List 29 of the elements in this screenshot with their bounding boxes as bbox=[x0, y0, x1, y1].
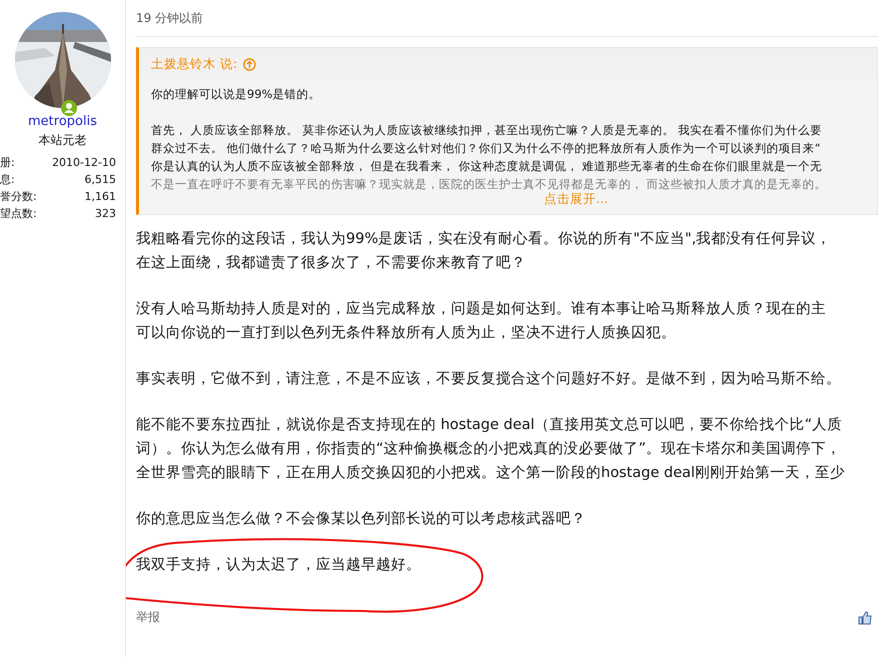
stat-value: 2010-12-10 bbox=[52, 155, 116, 170]
stat-label: 誉分数: bbox=[0, 189, 37, 204]
quote-text: 不是一直在呼吁不要有无辜平民的伤害嘛？现实就是，医院的医生护士真不见得都是无辜的， 而这些被扣人质才真的是无辜的。 bbox=[151, 176, 827, 192]
quote-text: 你是认真的认为人质不应该被全部释放， 但是在我看来， 你这种态度就是调侃， 难道那些无辜者的生命在你们眼里就是一个无 bbox=[151, 158, 822, 175]
thumbs-up-icon[interactable] bbox=[858, 610, 872, 624]
quote-text: 首先， 人质应该全部释放。 莫非你还认为人质应该被继续扣押，甚至出现伤亡嘛？人质是无辜的。 我实在看不懂你们为什么要 bbox=[151, 122, 822, 139]
post-text: 在这上面绕，我都谴责了很多次了，不需要你来教育了吧？ bbox=[136, 254, 526, 273]
quote-author: 土拨悬铃木 说: bbox=[151, 56, 238, 73]
report-link[interactable]: 举报 bbox=[136, 609, 160, 626]
post-text: 词）。你认为怎么做有用，你指责的“这种偷换概念的小把戏真的没必要做了”。现在卡塔尔和美国调停下， bbox=[136, 440, 842, 459]
post-text: 事实表明，它做不到，请注意，不是不应该，不要反复搅合这个问题好不好。是做不到，因为哈马斯不给。 bbox=[136, 370, 841, 389]
post-text: 全世界雪亮的眼睛下，正在用人质交换囚犯的小把戏。这个第一阶段的hostage deal刚刚开始第一天，至少 bbox=[136, 464, 845, 483]
post-text: 能不能不要东拉西扯，就说你是否支持现在的 hostage deal（直接用英文总可以吧，要不你给找个比“人质 bbox=[136, 416, 842, 435]
post-text: 可以向你说的一直打到以色列无条件释放所有人质为止，坚决不进行人质换囚犯。 bbox=[136, 324, 676, 343]
stat-value: 6,515 bbox=[84, 172, 116, 187]
username-link[interactable]: metropolis bbox=[28, 114, 97, 129]
stat-value: 1,161 bbox=[84, 189, 116, 204]
post-text: 没有人哈马斯劫持人质是对的，应当完成释放，问题是如何达到。谁有本事让哈马斯释放人质？现在的主 bbox=[136, 300, 826, 319]
quote-text: 群众过不去。 他们做什么了？哈马斯为什么要这么针对他们？你们又为什么不停的把释放所有人质作为一个可以谈判的项目来“ bbox=[151, 140, 821, 157]
post-text: 我双手支持，认为太迟了，应当越早越好。 bbox=[136, 556, 421, 575]
stat-value: 323 bbox=[95, 206, 116, 221]
user-title: 本站元老 bbox=[38, 132, 86, 149]
post-text: 你的意思应当怎么做？不会像某以色列部长说的可以考虑核武器吧？ bbox=[136, 510, 586, 529]
quote-text: 你的理解可以说是99%是错的。 bbox=[151, 86, 321, 103]
post-time: 19 分钟以前 bbox=[136, 10, 878, 37]
post-text: 我粗略看完你的这段话，我认为99%是废话，实在没有耐心看。你说的所有"不应当",我都没有任何异议， bbox=[136, 230, 832, 249]
stat-label: 册: bbox=[0, 155, 15, 170]
stat-label: 息: bbox=[0, 172, 15, 187]
stat-label: 望点数: bbox=[0, 206, 37, 221]
